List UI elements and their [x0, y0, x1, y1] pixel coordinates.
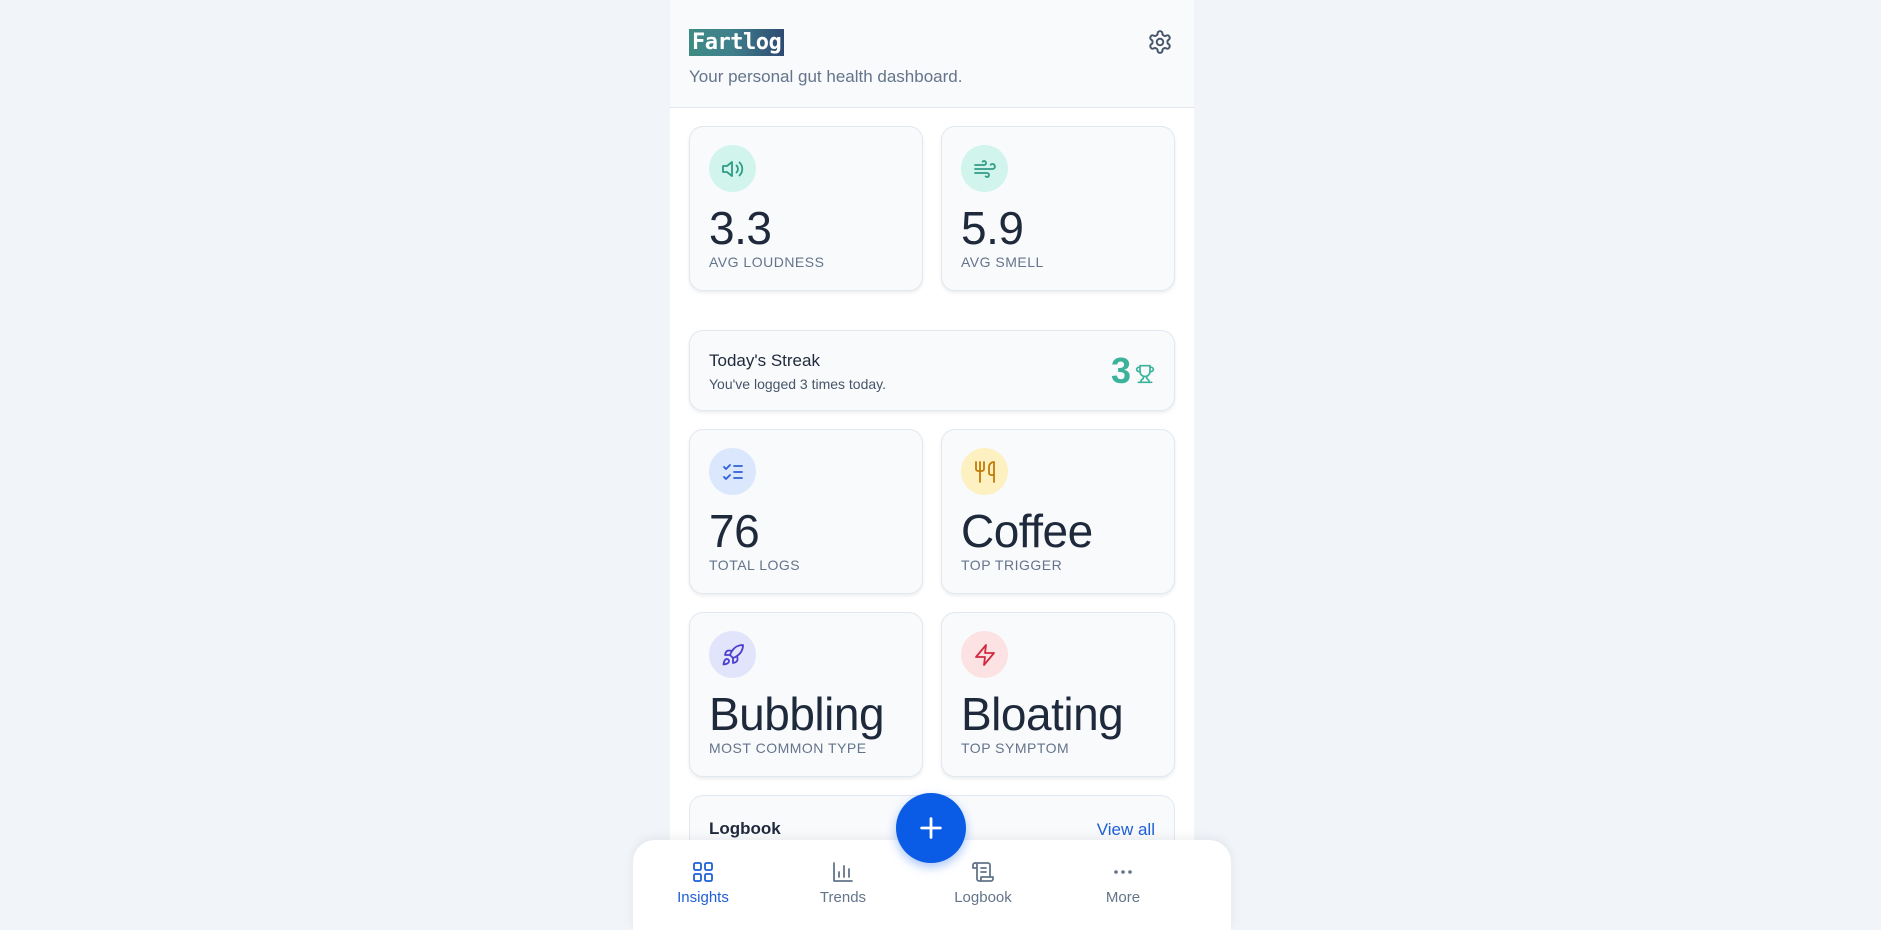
stat-card-top-trigger: Coffee TOP TRIGGER — [941, 429, 1175, 594]
nav-label: Insights — [677, 889, 729, 906]
stat-label: AVG LOUDNESS — [709, 254, 825, 270]
speaker-icon — [709, 145, 756, 192]
header: Fartlog Your personal gut health dashboa… — [670, 0, 1194, 108]
add-log-button[interactable] — [896, 793, 966, 863]
zap-icon — [961, 631, 1008, 678]
bar-chart-icon — [833, 862, 853, 882]
stat-card-total-logs: 76 TOTAL LOGS — [689, 429, 923, 594]
stat-value: Coffee — [961, 505, 1093, 557]
nav-item-insights[interactable]: Insights — [633, 840, 773, 930]
stat-label: TOTAL LOGS — [709, 557, 801, 573]
rocket-icon — [709, 631, 756, 678]
stat-card-avg-loudness: 3.3 AVG LOUDNESS — [689, 126, 923, 291]
stats-grid-top: 3.3 AVG LOUDNESS 5.9 AVG SMELL — [689, 126, 1175, 291]
settings-button[interactable] — [1146, 28, 1174, 56]
trophy-icon — [1135, 364, 1155, 384]
nav-item-trends[interactable]: Trends — [773, 840, 913, 930]
more-dots-icon — [1114, 870, 1132, 874]
view-all-link[interactable]: View all — [1097, 820, 1155, 840]
nav-label: More — [1105, 889, 1141, 906]
stat-value: 5.9 — [961, 202, 1024, 254]
streak-subtitle: You've logged 3 times today. — [709, 376, 887, 392]
grid-icon — [693, 862, 713, 882]
nav-item-more[interactable]: More — [1053, 840, 1193, 930]
nav-label: Trends — [819, 889, 867, 906]
tagline: Your personal gut health dashboard. — [689, 67, 963, 86]
gear-icon — [1149, 30, 1171, 54]
app-logo: Fartlog — [689, 29, 785, 56]
streak-card: Today's Streak You've logged 3 times tod… — [689, 330, 1175, 411]
stat-label: TOP SYMPTOM — [961, 740, 1070, 756]
stat-value: Bloating — [961, 688, 1124, 740]
nav-label: Logbook — [954, 889, 1012, 906]
stat-card-avg-smell: 5.9 AVG SMELL — [941, 126, 1175, 291]
streak-title: Today's Streak — [709, 351, 820, 370]
scroll-icon — [972, 862, 994, 882]
streak-count-value: 3 — [1110, 350, 1131, 391]
plus-icon — [920, 817, 942, 839]
app-screen: Fartlog Your personal gut health dashboa… — [670, 0, 1194, 922]
stats-grid-bottom: Bubbling MOST COMMON TYPE Bloating TOP S… — [689, 612, 1175, 777]
utensils-icon — [961, 448, 1008, 495]
dashboard-content: 3.3 AVG LOUDNESS 5.9 AVG SMELL Today's S… — [670, 108, 1194, 885]
stat-label: TOP TRIGGER — [961, 557, 1063, 573]
stat-card-top-symptom: Bloating TOP SYMPTOM — [941, 612, 1175, 777]
stat-card-most-common-type: Bubbling MOST COMMON TYPE — [689, 612, 923, 777]
checklist-icon — [709, 448, 756, 495]
stat-label: AVG SMELL — [961, 254, 1044, 270]
streak-count: 3 — [1111, 351, 1155, 391]
stat-value: 76 — [709, 505, 760, 557]
stat-value: Bubbling — [709, 688, 885, 740]
wind-icon — [961, 145, 1008, 192]
stat-value: 3.3 — [709, 202, 772, 254]
stats-grid-middle: 76 TOTAL LOGS Coffee TOP TRIGGER — [689, 429, 1175, 594]
stat-label: MOST COMMON TYPE — [709, 740, 867, 756]
